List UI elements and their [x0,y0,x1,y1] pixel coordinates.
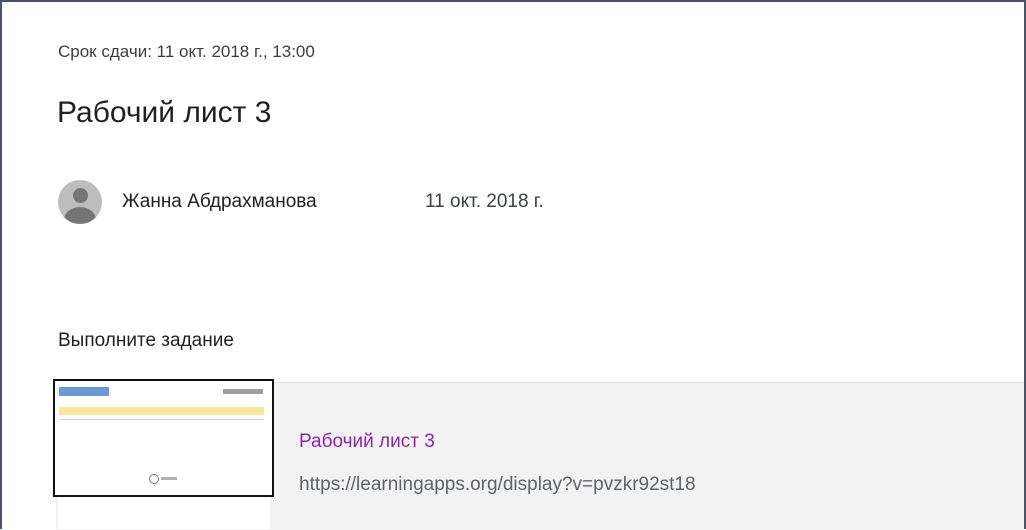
attachment-title-link[interactable]: Рабочий лист 3 [299,431,435,453]
thumbnail-radio-icon [149,474,159,484]
thumbnail-banner [59,407,264,415]
author-name[interactable]: Жанна Абдрахманова [122,191,317,213]
avatar-body-shape [64,207,96,224]
thumbnail-divider [59,419,264,420]
instructions-text: Выполните задание [58,330,234,351]
thumbnail-radio-label [161,477,177,480]
due-date: Срок сдачи: 11 окт. 2018 г., 13:00 [58,42,315,61]
attachment-thumbnail[interactable] [53,379,274,497]
post-date: 11 окт. 2018 г. [425,191,544,212]
avatar-head-shape [73,188,88,203]
attachment-thumbnail-base [58,497,270,529]
page-title: Рабочий лист 3 [57,96,272,129]
thumbnail-logo [59,387,109,396]
attachment-url[interactable]: https://learningapps.org/display?v=pvzkr… [299,474,696,496]
thumbnail-header-text [223,389,263,394]
avatar[interactable] [58,180,102,224]
